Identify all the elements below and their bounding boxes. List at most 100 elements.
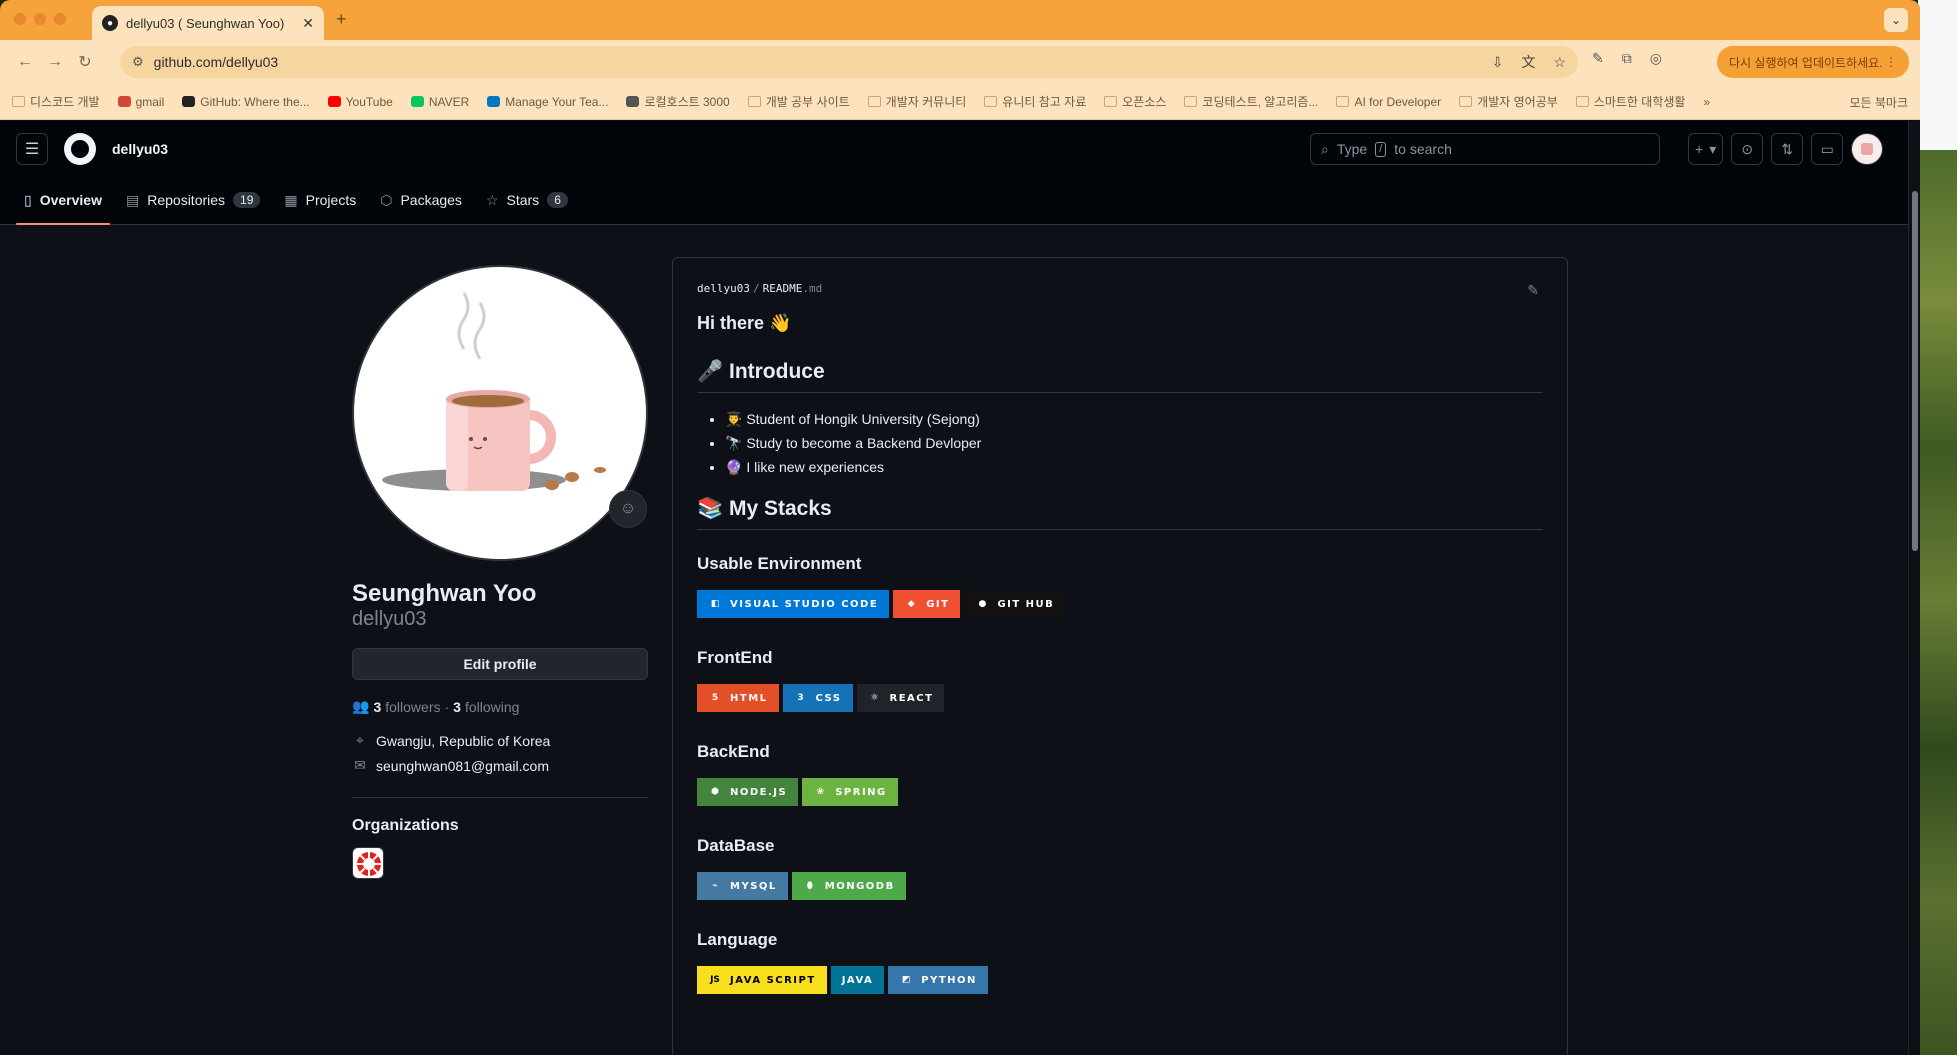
book-icon: ▯ bbox=[24, 191, 32, 208]
vscode-badge[interactable]: ◧ VISUAL STUDIO CODE bbox=[697, 590, 890, 618]
sidebar-divider bbox=[352, 797, 648, 798]
all-bookmarks[interactable]: 모든 북마크 bbox=[1844, 94, 1908, 111]
forward-arrow-icon[interactable]: → bbox=[40, 53, 70, 71]
naver-icon bbox=[410, 96, 424, 107]
followers-link[interactable]: followers bbox=[385, 699, 440, 715]
search-input[interactable]: ⌕ Type / to search bbox=[1310, 133, 1660, 165]
pull-requests-button[interactable]: ⇅ bbox=[1771, 133, 1804, 165]
site-settings-icon[interactable]: ⚙ bbox=[132, 54, 144, 70]
followers-count[interactable]: 3 bbox=[373, 699, 381, 715]
hamburger-menu-icon[interactable]: ☰ bbox=[16, 133, 48, 165]
bookmark-item[interactable]: NAVER bbox=[410, 95, 469, 109]
java-badge[interactable]: JAVA bbox=[830, 966, 885, 994]
python-badge[interactable]: ◩ PYTHON bbox=[888, 966, 988, 994]
readme-owner[interactable]: dellyu03 bbox=[697, 282, 750, 295]
bookmark-item[interactable]: 개발 공부 사이트 bbox=[747, 93, 850, 110]
maximize-window-button[interactable] bbox=[54, 13, 66, 25]
tab-repositories[interactable]: ▤ Repositories 19 bbox=[118, 176, 268, 224]
bookmark-star-icon[interactable]: ☆ bbox=[1553, 54, 1566, 71]
reload-icon[interactable]: ↻ bbox=[70, 52, 100, 72]
location-text: Gwangju, Republic of Korea bbox=[376, 732, 551, 749]
bookmark-item[interactable]: 개발자 커뮤니티 bbox=[867, 93, 966, 110]
following-count[interactable]: 3 bbox=[453, 699, 461, 715]
section-heading-lang: Language bbox=[697, 930, 778, 949]
tab-overview[interactable]: ▯ Overview bbox=[16, 176, 110, 225]
github-badge[interactable]: ● GIT HUB bbox=[964, 590, 1066, 618]
bookmark-item[interactable]: 유니티 참고 자료 bbox=[984, 93, 1086, 110]
mysql-badge[interactable]: ⌁ MYSQL bbox=[697, 872, 788, 900]
badge-label: VISUAL STUDIO CODE bbox=[730, 598, 879, 610]
tab-search-button[interactable]: ⌄ bbox=[1884, 8, 1908, 32]
plus-icon: + bbox=[1695, 141, 1704, 157]
header-avatar[interactable] bbox=[1851, 133, 1884, 165]
vscode-icon: ◧ bbox=[710, 599, 720, 609]
bookmark-item[interactable]: 오픈소스 bbox=[1104, 93, 1166, 110]
spring-badge[interactable]: ❀ SPRING bbox=[802, 778, 898, 806]
javascript-badge[interactable]: JS JAVA SCRIPT bbox=[697, 966, 827, 994]
minimize-window-button[interactable] bbox=[34, 13, 46, 25]
pen-extension-icon[interactable]: ✎ bbox=[1592, 50, 1604, 67]
issues-button[interactable]: ⊙ bbox=[1731, 133, 1764, 165]
tab-label: Overview bbox=[39, 192, 102, 208]
html5-badge[interactable]: 5 HTML bbox=[697, 684, 779, 712]
people-icon: 👥 bbox=[352, 698, 370, 714]
close-tab-icon[interactable]: ✕ bbox=[302, 15, 314, 32]
section-heading-back: BackEnd bbox=[697, 742, 770, 761]
bookmark-item[interactable]: 스마트한 대학생활 bbox=[1575, 93, 1685, 110]
address-bar[interactable]: ⚙ github.com/dellyu03 ⇩ 文 ☆ bbox=[120, 46, 1578, 78]
scrollbar-thumb[interactable] bbox=[1912, 191, 1918, 551]
github-logo-icon[interactable] bbox=[64, 133, 96, 165]
profile-tabs: ▯ Overview ▤ Repositories 19 ▦ Projects ⬡ Packag… bbox=[0, 177, 1920, 225]
python-icon: ◩ bbox=[902, 975, 911, 985]
kebab-menu-icon[interactable]: ⋮ bbox=[1885, 55, 1897, 69]
close-window-button[interactable] bbox=[14, 13, 26, 25]
new-tab-button[interactable]: + bbox=[336, 9, 347, 30]
update-button[interactable]: 다시 실행하여 업데이트하세요. ⋮ bbox=[1717, 46, 1909, 78]
organization-avatar[interactable] bbox=[352, 847, 384, 879]
bookmark-item[interactable]: AI for Developer bbox=[1336, 95, 1441, 109]
tab-projects[interactable]: ▦ Projects bbox=[276, 176, 364, 224]
mail-icon: ✉ bbox=[354, 757, 366, 773]
bookmark-item[interactable]: gmail bbox=[117, 95, 164, 109]
globe-icon bbox=[626, 96, 640, 107]
tab-stars[interactable]: ☆ Stars 6 bbox=[478, 176, 576, 224]
tab-packages[interactable]: ⬡ Packages bbox=[372, 176, 470, 224]
bookmark-item[interactable]: GitHub: Where the... bbox=[182, 95, 310, 109]
bookmark-item[interactable]: 로컬호스트 3000 bbox=[626, 93, 730, 110]
bookmark-item[interactable]: 개발자 영어공부 bbox=[1459, 93, 1558, 110]
mongodb-badge[interactable]: ⬮ MONGODB bbox=[791, 872, 906, 900]
extensions-puzzle-icon[interactable]: ⧉ bbox=[1622, 50, 1632, 67]
star-icon: ☆ bbox=[485, 191, 499, 208]
page-scrollbar[interactable] bbox=[1908, 121, 1920, 1055]
badge-label: JAVA bbox=[841, 974, 874, 986]
header-username[interactable]: dellyu03 bbox=[112, 141, 168, 157]
git-badge[interactable]: ◆ GIT bbox=[893, 590, 961, 618]
pencil-edit-icon[interactable]: ✎ bbox=[1527, 282, 1539, 299]
install-app-icon[interactable]: ⇩ bbox=[1492, 54, 1504, 71]
bookmark-item[interactable]: 코딩테스트, 알고리즘... bbox=[1184, 93, 1318, 110]
bookmark-item[interactable]: YouTube bbox=[327, 95, 393, 109]
profile-glasses-icon[interactable]: ◎ bbox=[1650, 50, 1662, 67]
more-bookmarks-chevron-icon[interactable]: » bbox=[1703, 95, 1710, 109]
email-item: ✉ seunghwan081@gmail.com bbox=[352, 757, 549, 774]
create-new-button[interactable]: + ▾ bbox=[1688, 133, 1724, 165]
list-item: 🔭 Study to become a Backend Devloper bbox=[725, 431, 1543, 455]
badge-label: GIT bbox=[926, 598, 950, 610]
browser-tab-active[interactable]: ● dellyu03 ( Seunghwan Yoo) ✕ bbox=[92, 6, 324, 40]
translate-icon[interactable]: 文 bbox=[1521, 52, 1535, 72]
readme-file[interactable]: README bbox=[763, 282, 803, 295]
set-status-smiley-icon[interactable]: ☺ bbox=[609, 490, 647, 528]
profile-avatar[interactable] bbox=[352, 265, 648, 561]
following-link[interactable]: following bbox=[465, 699, 519, 715]
css3-icon: 3 bbox=[797, 693, 804, 703]
bookmark-item[interactable]: Manage Your Tea... bbox=[487, 95, 608, 109]
edit-profile-button[interactable]: Edit profile bbox=[352, 648, 648, 680]
bookmark-label: 개발 공부 사이트 bbox=[765, 95, 850, 109]
back-arrow-icon[interactable]: ← bbox=[10, 53, 40, 71]
email-link[interactable]: seunghwan081@gmail.com bbox=[376, 758, 549, 774]
bookmark-item[interactable]: 디스코드 개발 bbox=[12, 93, 100, 110]
react-badge[interactable]: ⚛ REACT bbox=[856, 684, 945, 712]
inbox-button[interactable]: ▭ bbox=[1811, 133, 1844, 165]
css3-badge[interactable]: 3 CSS bbox=[782, 684, 853, 712]
nodejs-badge[interactable]: ⬢ NODE.JS bbox=[697, 778, 799, 806]
